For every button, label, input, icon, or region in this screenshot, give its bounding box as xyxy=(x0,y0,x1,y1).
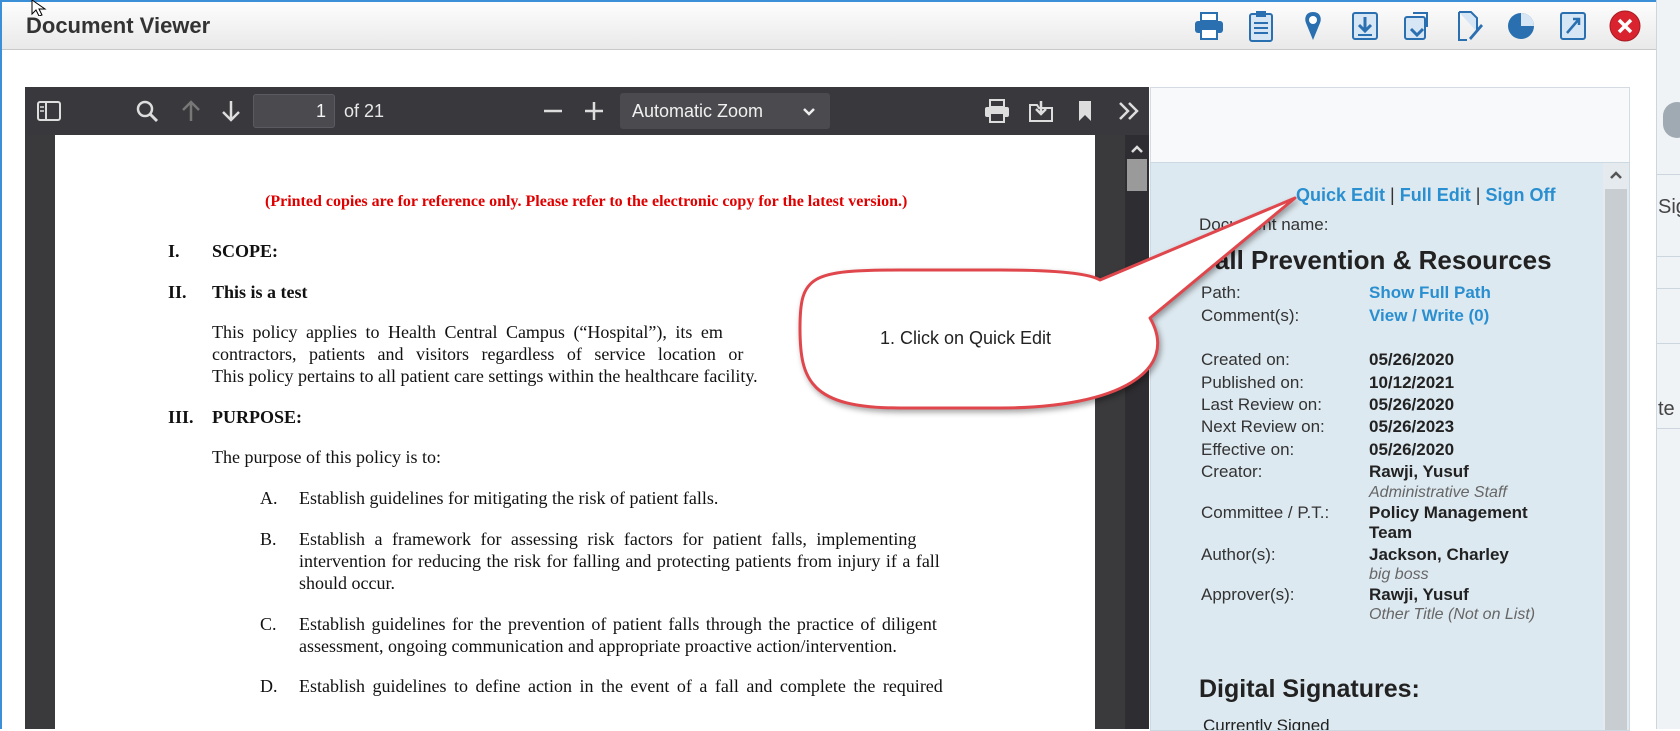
page-number-input[interactable]: 1 xyxy=(253,94,335,128)
full-edit-link[interactable]: Full Edit xyxy=(1400,185,1471,205)
list-label: C. xyxy=(260,614,277,634)
background-page-edge: Sig te xyxy=(1656,0,1680,729)
location-pin-icon[interactable] xyxy=(1294,8,1332,44)
list-item-text: intervention for reducing the risk for f… xyxy=(299,551,940,571)
list-item-text: assessment, ongoing communication and ap… xyxy=(299,636,897,656)
bookmark-icon[interactable] xyxy=(1069,95,1101,127)
section-title: PURPOSE: xyxy=(212,407,302,427)
committee-value: Team xyxy=(1369,523,1413,542)
next-page-icon[interactable] xyxy=(215,95,247,127)
info-panel-header xyxy=(1150,87,1630,163)
list-label: B. xyxy=(260,529,277,549)
panel-scrollbar[interactable] xyxy=(1603,163,1629,730)
compare-icon[interactable] xyxy=(1554,8,1592,44)
printer-icon[interactable] xyxy=(1190,8,1228,44)
section-number: I. xyxy=(168,241,180,261)
chevron-down-icon xyxy=(802,93,816,129)
action-links: Quick Edit | Full Edit | Sign Off xyxy=(1296,185,1556,205)
pdf-toolbar: 1 of 21 Automatic Zoom xyxy=(25,87,1149,136)
published-value: 10/12/2021 xyxy=(1369,373,1455,392)
purpose-intro: The purpose of this policy is to: xyxy=(212,447,441,467)
scope-text-line: This policy applies to Health Central Ca… xyxy=(212,322,723,342)
sidebar-toggle-icon[interactable] xyxy=(33,95,65,127)
approvers-label: Approver(s): xyxy=(1201,585,1295,604)
effective-label: Effective on: xyxy=(1201,440,1295,459)
list-item-text: Establish guidelines to define action in… xyxy=(299,676,943,696)
view-write-comments-link[interactable]: View / Write (0) xyxy=(1369,306,1489,326)
title-bar: Document Viewer xyxy=(2,2,1656,50)
search-icon[interactable] xyxy=(131,95,163,127)
list-label: A. xyxy=(260,488,278,508)
tutorial-callout-bubble xyxy=(798,196,1297,410)
quick-edit-link[interactable]: Quick Edit xyxy=(1296,185,1385,205)
zoom-select[interactable]: Automatic Zoom xyxy=(620,93,830,129)
sign-pen-icon[interactable] xyxy=(1450,8,1488,44)
creator-title: Administrative Staff xyxy=(1369,484,1507,501)
approvers-value: Rawji, Yusuf xyxy=(1369,585,1469,604)
section-number: II. xyxy=(168,282,187,302)
help-icon xyxy=(1663,102,1680,138)
save-download-icon[interactable] xyxy=(1025,95,1057,127)
mouse-cursor-icon xyxy=(31,0,47,16)
more-tools-icon[interactable] xyxy=(1113,95,1145,127)
show-full-path-link[interactable]: Show Full Path xyxy=(1369,283,1491,303)
download-icon[interactable] xyxy=(1346,8,1384,44)
section-number: III. xyxy=(168,407,194,427)
last-review-value: 05/26/2020 xyxy=(1369,395,1455,414)
authors-label: Author(s): xyxy=(1201,545,1276,564)
list-item-text: Establish guidelines for the prevention … xyxy=(299,614,937,634)
pie-chart-icon[interactable] xyxy=(1502,8,1540,44)
list-item-text: Establish a framework for assessing risk… xyxy=(299,529,917,549)
zoom-in-icon[interactable] xyxy=(578,95,610,127)
edge-text: Sig xyxy=(1658,196,1680,218)
zoom-out-icon[interactable] xyxy=(537,95,569,127)
window-title: Document Viewer xyxy=(26,13,211,38)
list-item-text: Establish guidelines for mitigating the … xyxy=(299,488,719,508)
committee-label: Committee / P.T.: xyxy=(1201,503,1330,522)
approvers-title: Other Title (Not on List) xyxy=(1369,606,1536,623)
title-toolbar xyxy=(1190,8,1644,44)
clipboard-icon[interactable] xyxy=(1242,8,1280,44)
close-icon[interactable] xyxy=(1606,8,1644,44)
scroll-up-icon[interactable] xyxy=(1609,167,1623,185)
previous-page-icon[interactable] xyxy=(175,95,207,127)
authors-value: Jackson, Charley xyxy=(1369,545,1509,564)
print-icon[interactable] xyxy=(981,95,1013,127)
scope-text-line: contractors, patients and visitors regar… xyxy=(212,344,744,364)
sign-off-link[interactable]: Sign Off xyxy=(1485,185,1555,205)
next-review-value: 05/26/2023 xyxy=(1369,417,1455,436)
next-review-label: Next Review on: xyxy=(1201,417,1325,436)
section-title: SCOPE: xyxy=(212,241,279,261)
creator-value: Rawji, Yusuf xyxy=(1369,462,1469,481)
committee-value: Policy Management xyxy=(1369,503,1528,522)
callout-text: 1. Click on Quick Edit xyxy=(880,328,1052,348)
edge-text: te xyxy=(1658,398,1675,420)
authors-title: big boss xyxy=(1369,566,1429,583)
creator-label: Creator: xyxy=(1201,462,1263,481)
created-value: 05/26/2020 xyxy=(1369,350,1455,369)
scroll-up-icon[interactable] xyxy=(1131,141,1143,159)
list-item-text: should occur. xyxy=(299,573,395,593)
scrollbar-thumb[interactable] xyxy=(1605,189,1627,730)
digital-signatures-heading: Digital Signatures: xyxy=(1199,675,1420,703)
scope-text-line: This policy pertains to all patient care… xyxy=(212,366,758,386)
section-title: This is a test xyxy=(212,282,308,302)
zoom-value: Automatic Zoom xyxy=(632,101,764,121)
list-label: D. xyxy=(260,676,278,696)
export-icon[interactable] xyxy=(1398,8,1436,44)
effective-value: 05/26/2020 xyxy=(1369,440,1455,459)
page-count: of 21 xyxy=(344,101,385,121)
